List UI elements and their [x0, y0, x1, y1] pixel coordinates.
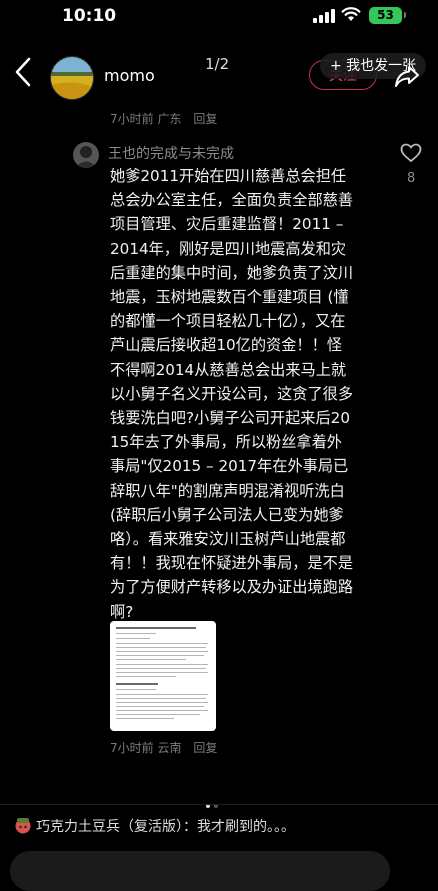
post-reply-link[interactable]: 回复: [193, 112, 217, 126]
like-count: 8: [407, 171, 416, 186]
potato-soldier-icon: [15, 818, 31, 834]
comment-text: 我才刷到的。。。: [197, 819, 295, 835]
reply-time: 7小时前: [110, 741, 154, 755]
comment-author[interactable]: 巧克力土豆兵（复活版）: [36, 819, 183, 835]
share-arrow-icon[interactable]: [393, 62, 421, 90]
page-indicator: 1/2: [205, 55, 230, 73]
divider: [0, 804, 438, 805]
reply-author[interactable]: 王也的完成与未完成: [108, 143, 234, 163]
post-meta: 7小时前 广东 回复: [110, 110, 217, 127]
comment-input[interactable]: [10, 851, 390, 891]
status-bar: 10:10 53: [0, 0, 438, 34]
carousel-dots: [206, 793, 222, 812]
battery-indicator: 53: [369, 7, 402, 24]
wifi-icon: [341, 7, 361, 21]
avatar[interactable]: [50, 56, 94, 100]
attached-document-image[interactable]: [110, 621, 216, 731]
signal-icon: [313, 9, 335, 23]
reply-avatar[interactable]: [73, 142, 99, 168]
comment-separator: ：: [183, 819, 197, 835]
post-time: 7小时前: [110, 112, 154, 126]
reply-text: 她爹2011开始在四川慈善总会担任总会办公室主任，全面负责全部慈善项目管理、灾后…: [110, 167, 353, 621]
heart-outline-icon[interactable]: [400, 143, 422, 163]
status-time: 10:10: [62, 6, 117, 26]
reply-meta: 7小时前 云南 回复: [110, 739, 217, 756]
battery-tip: [404, 12, 406, 18]
back-chevron-icon[interactable]: [12, 54, 34, 90]
reply-reply-link[interactable]: 回复: [193, 741, 217, 755]
bottom-comment[interactable]: 巧克力土豆兵（复活版）：我才刷到的。。。: [14, 816, 434, 836]
username[interactable]: momo: [104, 66, 155, 85]
reply-location: 云南: [157, 741, 182, 755]
post-location: 广东: [157, 112, 182, 126]
post-header: momo 1/2 关注 + 我也发一张: [0, 44, 438, 108]
